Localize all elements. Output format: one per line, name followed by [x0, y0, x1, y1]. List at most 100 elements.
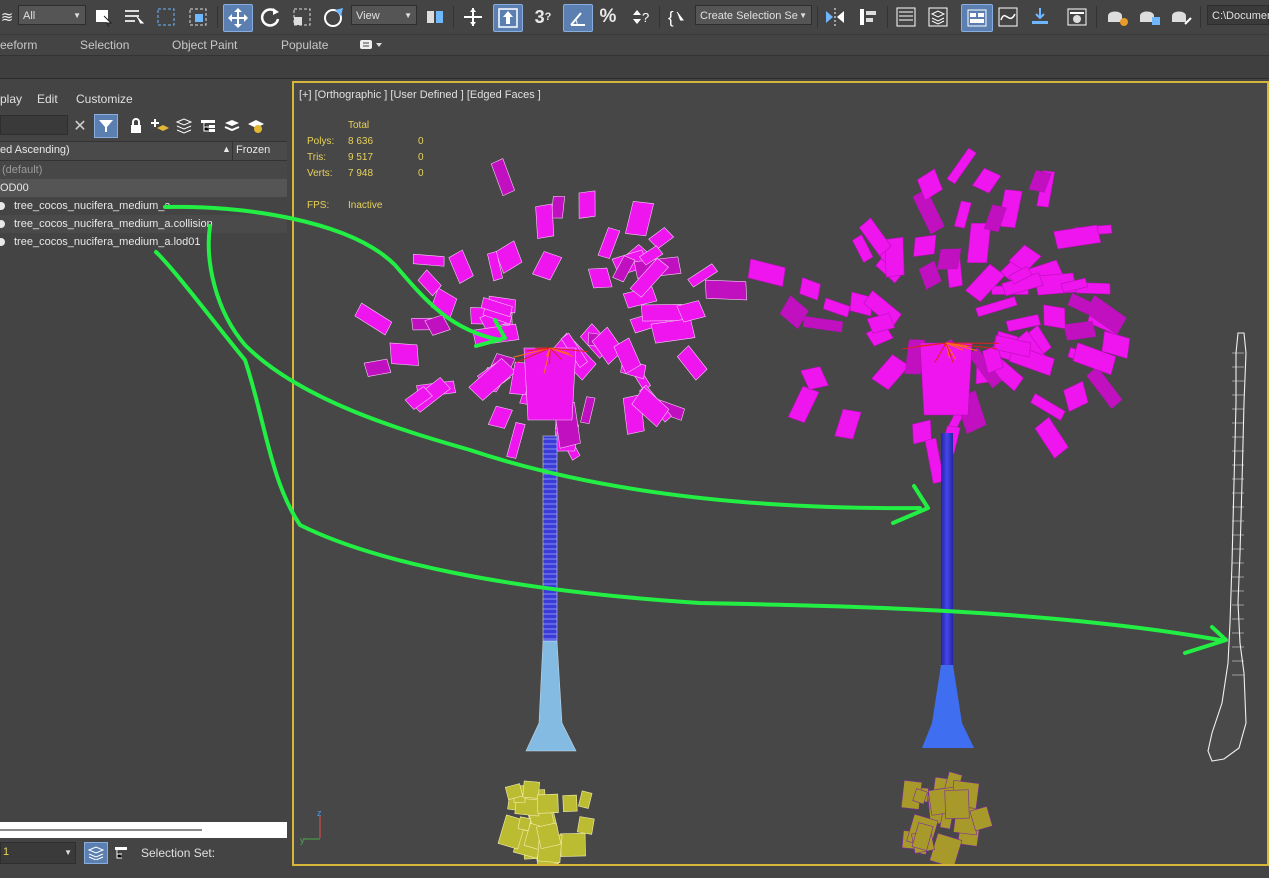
toolbar-separator [817, 6, 818, 28]
horizontal-scrollbar[interactable] [0, 822, 287, 838]
selection-filter-dropdown[interactable]: All ▼ [18, 5, 86, 25]
svg-text:{: { [668, 8, 674, 27]
pivot-icon[interactable] [422, 4, 448, 30]
layers-icon[interactable]: ≋ [0, 4, 14, 30]
scene-explorer-icon[interactable] [893, 4, 919, 30]
object-row-label: tree_cocos_nucifera_medium_a.lod01 [14, 236, 201, 248]
palm-leaf [799, 277, 821, 301]
visibility-icon[interactable] [0, 220, 5, 228]
sort-column-header[interactable]: ed Ascending) [0, 144, 70, 156]
object-row-lod01[interactable]: tree_cocos_nucifera_medium_a.lod01 [0, 233, 287, 251]
light-bulb-icon[interactable] [246, 116, 266, 136]
tab-object-paint[interactable]: Object Paint [172, 38, 237, 52]
curve-editor-icon[interactable] [995, 4, 1021, 30]
reference-coordinate-value: View [356, 10, 380, 22]
select-and-link-icon[interactable] [460, 4, 486, 30]
keyboard-shortcut-override-icon[interactable] [493, 4, 523, 32]
render-icon[interactable] [1166, 4, 1196, 30]
tab-freeform[interactable]: eeform [0, 38, 37, 52]
axis-tripod: z y [300, 808, 322, 845]
tab-selection[interactable]: Selection [80, 38, 129, 52]
rendered-frame-icon[interactable] [1134, 4, 1164, 30]
root-piece [944, 789, 970, 820]
layer-stack-toggle-icon[interactable] [84, 842, 108, 864]
edit-named-selection-icon[interactable]: { [666, 4, 690, 30]
layer-row-default[interactable]: (default) [0, 161, 287, 179]
visibility-icon[interactable] [0, 238, 5, 246]
palm-leaf [578, 190, 596, 219]
menu-edit[interactable]: Edit [37, 92, 58, 106]
palm-trunk-lod01-wireframe[interactable] [1207, 332, 1247, 762]
select-by-name-icon[interactable] [122, 4, 146, 30]
sort-ascending-icon[interactable]: ▲ [222, 144, 231, 154]
lock-icon[interactable] [126, 116, 146, 136]
palm-leaf [648, 227, 675, 250]
palm-leaf [354, 302, 393, 336]
layer-row-lod00[interactable]: OD00 [0, 179, 287, 197]
project-path-field[interactable]: C:\Documen [1207, 5, 1269, 25]
palm-roots-shaded [900, 771, 993, 864]
ribbon-options-dropdown[interactable] [360, 39, 384, 54]
menu-display[interactable]: play [0, 92, 22, 106]
ribbon-panel [0, 56, 1269, 79]
hierarchy-icon[interactable] [198, 116, 218, 136]
explorer-search-row: ✕ [0, 114, 287, 138]
angle-snap-icon[interactable] [563, 4, 593, 32]
object-row-medium-a[interactable]: tree_cocos_nucifera_medium_a [0, 197, 287, 215]
select-object-icon[interactable] [91, 4, 115, 30]
chevron-down-icon: ▼ [64, 848, 72, 857]
window-crossing-icon[interactable] [186, 4, 210, 30]
layer-explorer-icon[interactable] [925, 4, 951, 30]
frozen-column-header[interactable]: Frozen [236, 144, 270, 156]
viewport-scene: z y [300, 147, 1247, 866]
palm-leaf [971, 167, 1002, 194]
palm-leaf [1053, 224, 1102, 250]
named-selection-sets-dropdown[interactable]: Create Selection Se ▼ [695, 5, 812, 25]
root-piece [560, 832, 586, 857]
filter-icon[interactable] [94, 114, 118, 138]
align-icon[interactable] [855, 4, 881, 30]
percent-snap-icon[interactable]: % [596, 4, 620, 30]
project-path-value: C:\Documen [1212, 10, 1269, 22]
explorer-bottom-bar: 1 ▼ Selection Set: [0, 822, 287, 878]
rectangle-select-icon[interactable] [154, 4, 178, 30]
palm-leaf [490, 158, 515, 197]
search-input[interactable] [0, 115, 68, 135]
layer-stack-icon[interactable] [174, 116, 194, 136]
object-row-collision[interactable]: tree_cocos_nucifera_medium_a.collision [0, 215, 287, 233]
scrollbar-thumb[interactable] [0, 829, 202, 831]
clear-search-icon[interactable]: ✕ [70, 116, 90, 136]
move-icon[interactable] [223, 4, 253, 32]
mirror-icon[interactable] [822, 4, 848, 30]
rotate-icon[interactable] [257, 4, 283, 30]
add-to-layer-icon[interactable] [150, 116, 170, 136]
toggle-ribbon-icon[interactable] [961, 4, 993, 32]
tab-populate[interactable]: Populate [281, 38, 328, 52]
root-piece [576, 816, 595, 835]
explorer-column-header[interactable]: ed Ascending) ▲ Frozen [0, 141, 287, 161]
palm-leaf [550, 196, 566, 219]
palm-tree-collision-model[interactable] [747, 147, 1131, 866]
layer-row-label: (default) [2, 164, 43, 176]
palm-leaf [676, 345, 708, 381]
main-toolbar: ≋ All ▼ View ▼ 3? % ? {Create Selection… [0, 0, 1269, 35]
palm-leaf [389, 342, 419, 366]
chevron-down-icon: ▼ [73, 11, 81, 20]
layers-toggle-icon[interactable] [222, 116, 242, 136]
snap-3d-icon[interactable]: 3? [530, 4, 556, 30]
spinner-snap-icon[interactable]: ? [627, 4, 653, 30]
hierarchy-toggle-icon[interactable] [112, 844, 130, 862]
layer-dropdown[interactable]: 1 ▼ [0, 842, 76, 864]
select-manipulate-icon[interactable] [321, 4, 347, 30]
palm-tree-lod00-model[interactable] [354, 158, 748, 866]
reference-coordinate-dropdown[interactable]: View ▼ [351, 5, 417, 25]
material-editor-icon[interactable] [1063, 4, 1091, 30]
palm-leaf [448, 249, 474, 284]
render-setup-icon[interactable] [1102, 4, 1132, 30]
scale-icon[interactable] [289, 4, 315, 30]
perspective-viewport[interactable]: [+] [Orthographic ] [User Defined ] [Edg… [292, 81, 1269, 866]
schematic-view-icon[interactable] [1027, 4, 1053, 30]
visibility-icon[interactable] [0, 202, 5, 210]
palm-leaf [704, 279, 748, 301]
menu-customize[interactable]: Customize [76, 92, 133, 106]
